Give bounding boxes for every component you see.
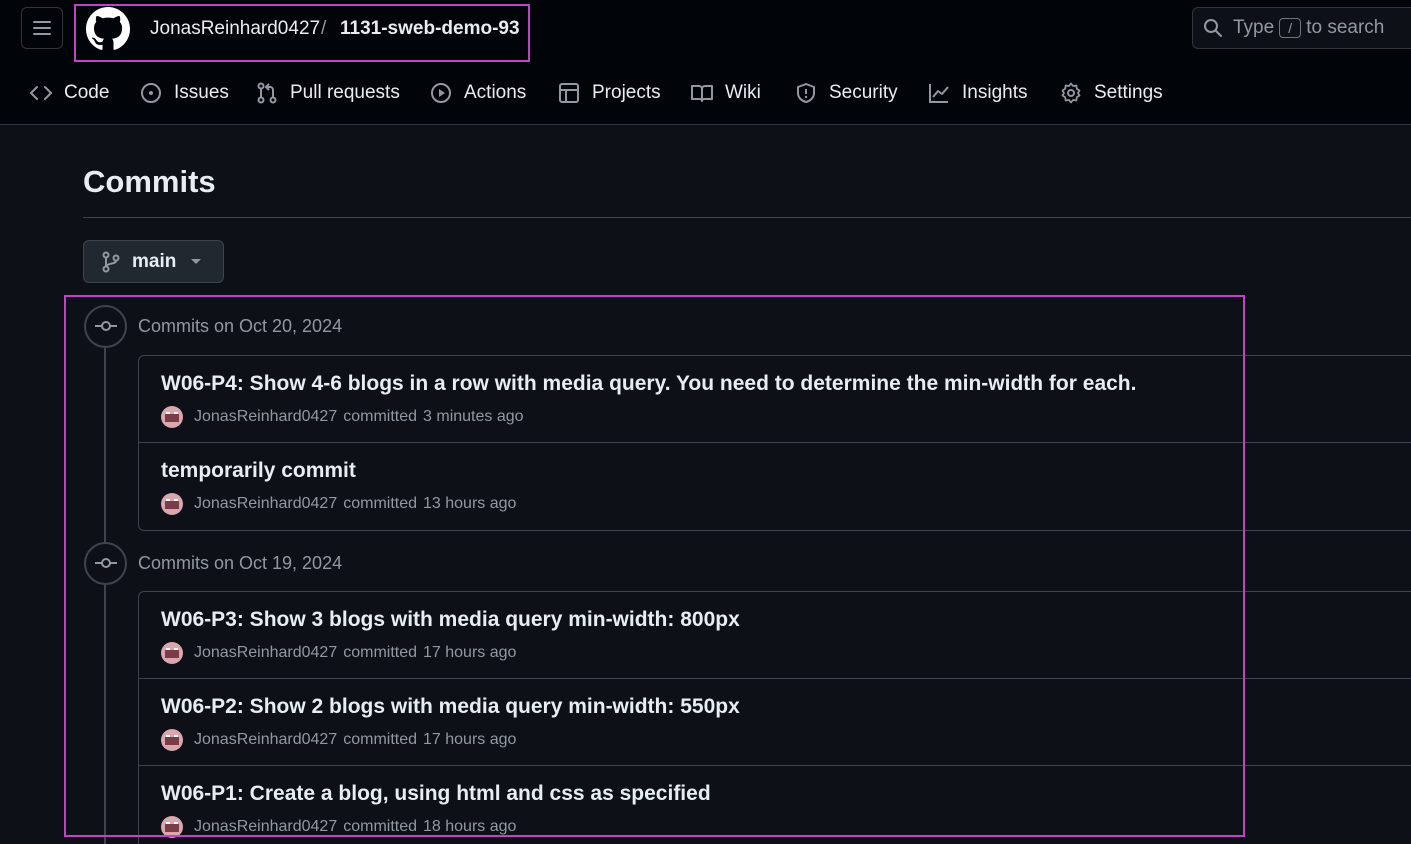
tab-settings[interactable]: Settings (1060, 72, 1163, 114)
repo-owner-link[interactable]: JonasReinhard0427 (150, 18, 320, 40)
gear-icon (1061, 82, 1081, 104)
commit-time: 3 minutes ago (423, 408, 524, 425)
tab-code[interactable]: Code (30, 72, 109, 114)
tab-projects[interactable]: Projects (558, 72, 661, 114)
graph-icon (929, 84, 949, 103)
search-input[interactable]: Type / to search (1192, 7, 1411, 49)
commit-title-link[interactable]: temporarily commit (161, 459, 356, 483)
tab-label: Actions (464, 82, 527, 103)
tab-label: Settings (1094, 82, 1163, 103)
shield-icon (797, 83, 815, 103)
commit-title-link[interactable]: W06-P3: Show 3 blogs with media query mi… (161, 608, 740, 632)
app-header: JonasReinhard0427 / 1131-sweb-demo-93 Ty… (0, 0, 1411, 125)
github-logo-icon[interactable] (86, 7, 130, 51)
tab-wiki[interactable]: Wiki (691, 72, 761, 114)
commit-verb: committed (343, 495, 418, 512)
tab-label: Issues (174, 82, 229, 103)
git-commit-icon (94, 321, 117, 331)
commit-group-header: Commits on Oct 19, 2024 (84, 541, 342, 585)
title-divider (83, 217, 1411, 218)
page-title: Commits (83, 164, 216, 199)
code-icon (30, 86, 52, 100)
chevron-down-icon (191, 258, 202, 264)
tab-label: Insights (962, 82, 1028, 103)
branch-name: main (132, 250, 177, 272)
book-icon (691, 85, 713, 102)
list-item: W06-P2: Show 2 blogs with media query mi… (139, 679, 1411, 766)
search-prefix: Type (1233, 17, 1275, 38)
git-commit-icon (94, 558, 117, 568)
pull-request-icon (257, 82, 277, 104)
list-item: W06-P3: Show 3 blogs with media query mi… (139, 592, 1411, 679)
list-item: W06-P1: Create a blog, using html and cs… (139, 766, 1411, 844)
search-icon (1204, 19, 1222, 37)
commit-title-link[interactable]: W06-P1: Create a blog, using html and cs… (161, 782, 711, 806)
commit-time: 17 hours ago (423, 731, 517, 748)
commit-verb: committed (343, 644, 418, 661)
commit-group-header: Commits on Oct 20, 2024 (84, 304, 342, 348)
commit-verb: committed (343, 818, 418, 835)
table-icon (559, 83, 579, 103)
commit-time: 17 hours ago (423, 644, 517, 661)
tab-label: Code (64, 82, 110, 103)
commit-author-link[interactable]: JonasReinhard0427 (194, 644, 337, 662)
issue-icon (141, 83, 161, 103)
commit-title-link[interactable]: W06-P4: Show 4-6 blogs in a row with med… (161, 372, 1136, 396)
tab-pull-requests[interactable]: Pull requests (256, 72, 400, 114)
branch-icon (102, 251, 120, 272)
commit-list: W06-P3: Show 3 blogs with media query mi… (138, 591, 1411, 844)
commit-time: 18 hours ago (423, 818, 517, 835)
avatar[interactable] (161, 816, 183, 838)
avatar[interactable] (161, 729, 183, 751)
avatar[interactable] (161, 642, 183, 664)
breadcrumb-separator: / (321, 18, 327, 39)
commit-group-node (84, 541, 127, 585)
tab-issues[interactable]: Issues (140, 72, 229, 114)
branch-selector-button[interactable]: main (83, 240, 224, 283)
commit-group-date: Commits on Oct 20, 2024 (138, 315, 343, 336)
commit-verb: committed (343, 731, 418, 748)
list-item: temporarily commit JonasReinhard0427 com… (139, 443, 1411, 530)
repo-name-link[interactable]: 1131-sweb-demo-93 (340, 18, 520, 40)
tab-label: Wiki (725, 82, 761, 103)
timeline-line (104, 345, 106, 844)
commit-group-node (84, 304, 127, 348)
commit-list: W06-P4: Show 4-6 blogs in a row with med… (138, 355, 1411, 531)
commit-author-link[interactable]: JonasReinhard0427 (194, 731, 337, 749)
commit-group-date: Commits on Oct 19, 2024 (138, 552, 343, 573)
tab-label: Projects (592, 82, 661, 103)
tab-actions[interactable]: Actions (430, 72, 526, 114)
search-suffix: to search (1306, 17, 1385, 38)
avatar[interactable] (161, 493, 183, 515)
commit-author-link[interactable]: JonasReinhard0427 (194, 495, 337, 513)
play-icon (431, 83, 451, 103)
menu-button[interactable] (21, 7, 63, 49)
tab-security[interactable]: Security (795, 72, 898, 114)
commit-author-link[interactable]: JonasReinhard0427 (194, 408, 337, 426)
avatar[interactable] (161, 406, 183, 428)
tab-label: Security (829, 82, 898, 103)
hamburger-icon (33, 21, 51, 35)
search-shortcut-key: / (1279, 18, 1302, 38)
commit-verb: committed (343, 408, 418, 425)
tab-label: Pull requests (290, 82, 400, 103)
tab-insights[interactable]: Insights (928, 72, 1027, 114)
commit-author-link[interactable]: JonasReinhard0427 (194, 818, 337, 836)
commit-title-link[interactable]: W06-P2: Show 2 blogs with media query mi… (161, 695, 740, 719)
list-item: W06-P4: Show 4-6 blogs in a row with med… (139, 356, 1411, 443)
commit-time: 13 hours ago (423, 495, 517, 512)
